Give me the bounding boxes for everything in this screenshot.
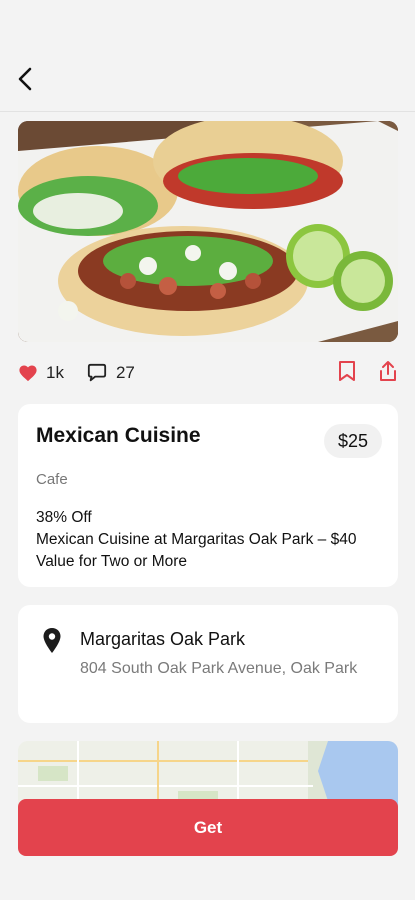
like-button[interactable]: 1k	[18, 363, 64, 383]
comments-count: 27	[115, 363, 135, 382]
location-pin-icon	[43, 628, 61, 653]
social-actions: 1k 27	[18, 358, 398, 388]
location-name: Margaritas Oak Park	[80, 629, 246, 649]
deal-discount: 38% Off	[36, 509, 92, 526]
deal-title: Mexican Cuisine	[36, 424, 201, 447]
share-button[interactable]	[378, 360, 398, 387]
deal-description: Mexican Cuisine at Margaritas Oak Park –…	[36, 531, 357, 570]
share-icon	[380, 360, 396, 381]
top-bar	[0, 0, 415, 112]
comment-bubble-icon	[87, 363, 107, 382]
heart-icon	[19, 365, 37, 382]
back-button[interactable]	[10, 62, 40, 96]
bookmark-icon	[339, 360, 355, 381]
price-badge: $25	[323, 424, 382, 458]
tacos-photo	[18, 121, 398, 342]
hero-image	[18, 121, 398, 342]
deal-card: Mexican Cuisine $25 Cafe 38% Off Mexican…	[18, 404, 398, 587]
deal-category: Cafe	[36, 471, 68, 488]
chevron-left-icon	[18, 67, 32, 91]
location-card[interactable]: Margaritas Oak Park 804 South Oak Park A…	[18, 605, 398, 723]
get-button[interactable]: Get	[18, 799, 398, 856]
location-address: 804 South Oak Park Avenue, Oak Park	[80, 660, 358, 677]
likes-count: 1k	[46, 363, 64, 382]
comment-button[interactable]: 27	[86, 363, 135, 383]
bookmark-button[interactable]	[338, 360, 356, 387]
actions-right	[338, 360, 398, 387]
